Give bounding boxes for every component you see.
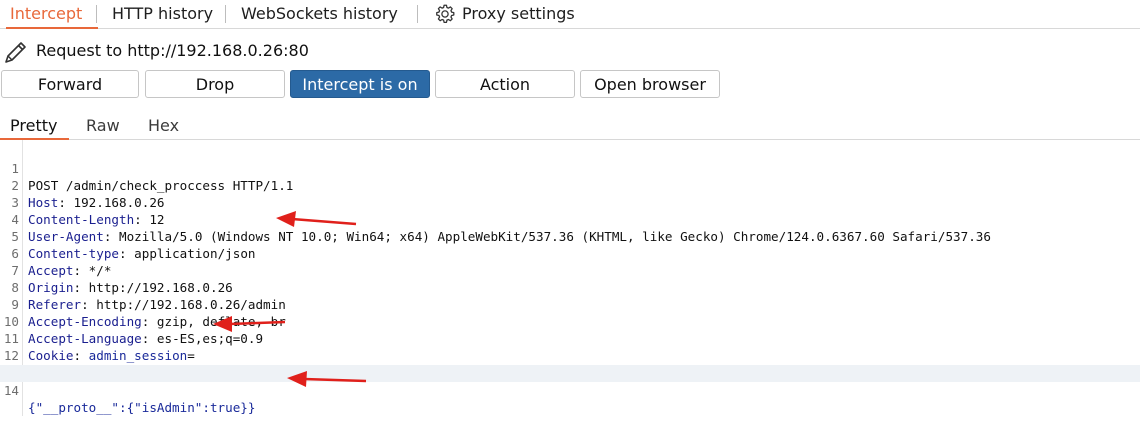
- editor-line: 11 Cookie: admin_session=: [0, 313, 1140, 363]
- editor-line-current: 14 {"__proto__":{"isAdmin":true}}: [0, 365, 1140, 415]
- request-target-label: Request to http://192.168.0.26:80: [36, 41, 309, 60]
- tab-divider: [417, 5, 418, 23]
- tab-intercept[interactable]: Intercept: [5, 0, 99, 29]
- tab-http-history[interactable]: HTTP history: [112, 0, 213, 28]
- pencil-icon: [5, 42, 26, 63]
- message-view-tabs: Pretty Raw Hex: [0, 112, 1140, 140]
- editor-line: 13: [0, 347, 1140, 380]
- editor-line: 6 Accept: */*: [0, 228, 1140, 278]
- editor-line: 1 POST /admin/check_proccess HTTP/1.1: [0, 143, 1140, 193]
- open-browser-button[interactable]: Open browser: [580, 70, 720, 98]
- editor-line: 12 Connection: close: [0, 330, 1140, 380]
- json-body: {"__proto__":{"isAdmin":true}}: [28, 400, 256, 415]
- editor-line: 10 Accept-Language: es-ES,es;q=0.9: [0, 296, 1140, 346]
- editor-line: 4 User-Agent: Mozilla/5.0 (Windows NT 10…: [0, 194, 1140, 244]
- proxy-tab-bar: Intercept HTTP history WebSockets histor…: [0, 0, 1140, 29]
- tab-divider: [96, 5, 97, 23]
- tab-websockets-history[interactable]: WebSockets history: [241, 0, 398, 28]
- tab-raw[interactable]: Raw: [86, 116, 120, 136]
- request-editor[interactable]: 1 POST /admin/check_proccess HTTP/1.1 2 …: [0, 140, 1140, 416]
- intercept-toggle-button[interactable]: Intercept is on: [290, 70, 430, 98]
- editor-line: 3 Content-Length: 12: [0, 177, 1140, 227]
- editor-line: 8 Referer: http://192.168.0.26/admin: [0, 262, 1140, 312]
- editor-line: 2 Host: 192.168.0.26: [0, 160, 1140, 210]
- editor-line: 5 Content-type: application/json: [0, 211, 1140, 261]
- tab-hex[interactable]: Hex: [148, 116, 179, 136]
- action-button[interactable]: Action: [435, 70, 575, 98]
- forward-button[interactable]: Forward: [1, 70, 139, 98]
- tab-pretty[interactable]: Pretty: [0, 116, 71, 140]
- line-number: 14: [3, 383, 19, 398]
- editor-line: 9 Accept-Encoding: gzip, deflate, br: [0, 279, 1140, 329]
- tab-divider: [225, 5, 226, 23]
- editor-line: 7 Origin: http://192.168.0.26: [0, 245, 1140, 295]
- drop-button[interactable]: Drop: [145, 70, 285, 98]
- tab-proxy-settings[interactable]: Proxy settings: [462, 0, 575, 28]
- gear-icon[interactable]: [433, 3, 457, 25]
